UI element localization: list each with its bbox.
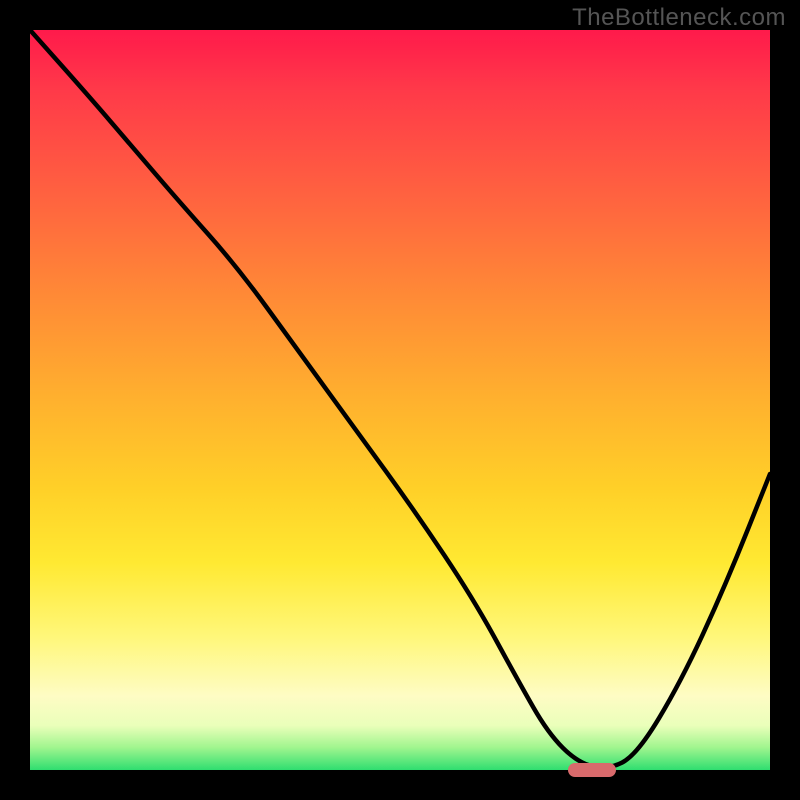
plot-area [30,30,770,770]
watermark-text: TheBottleneck.com [572,4,786,32]
chart-frame: TheBottleneck.com [0,0,800,800]
bottleneck-curve [30,30,770,770]
optimal-marker [568,763,616,777]
